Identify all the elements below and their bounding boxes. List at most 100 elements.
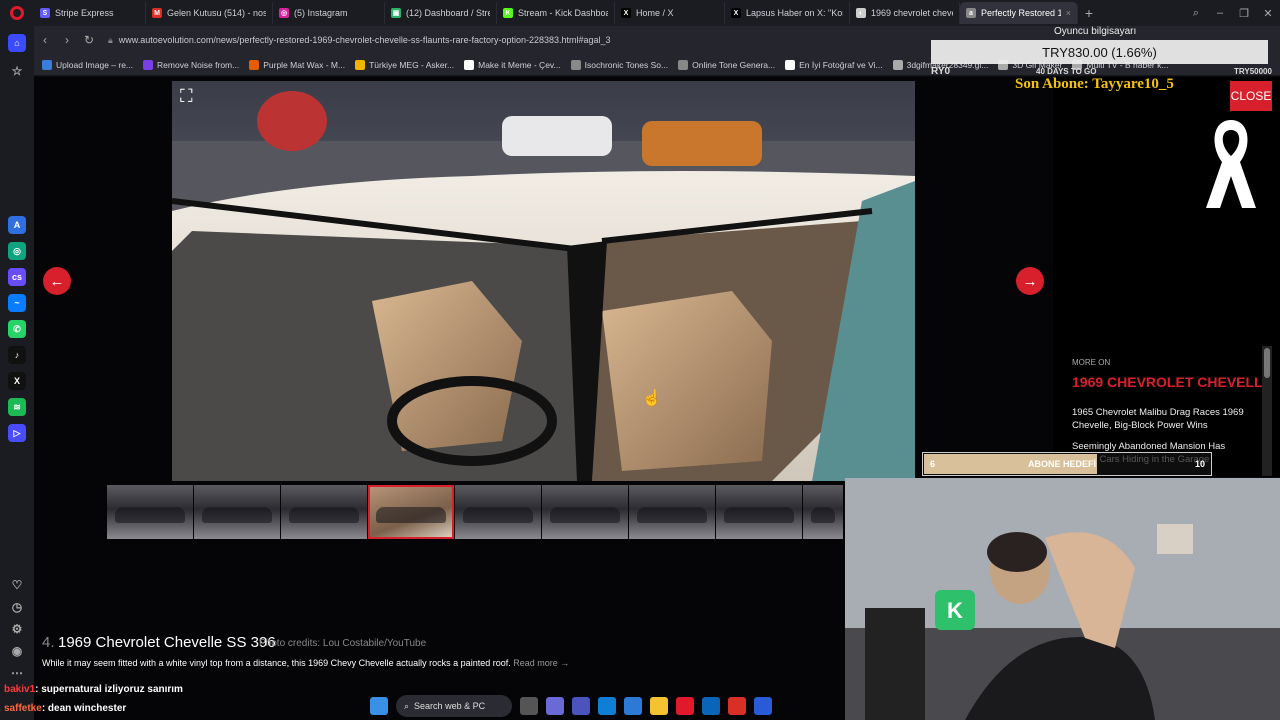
bookmark-item[interactable]: Purple Mat Wax - M... [249,59,346,70]
opera-taskbar-icon[interactable] [676,697,694,715]
taskbar-search-placeholder: Search web & PC [414,701,486,711]
opera-logo-icon[interactable] [0,0,34,26]
bulb-icon[interactable]: ◉ [8,642,26,660]
device-label: Oyuncu bilgisayarı [1054,26,1137,37]
gallery-thumbnail[interactable] [716,485,802,539]
messenger-icon[interactable]: ~ [8,294,26,312]
gallery-thumbnail[interactable] [368,485,454,539]
aria-icon[interactable]: A [8,216,26,234]
bookmark-item[interactable]: En İyi Fotoğraf ve Vi... [785,59,883,70]
car-interior-photo [172,81,915,481]
tab-4[interactable]: ▣ (12) Dashboard / Streamla [385,2,497,24]
bookmark-item[interactable]: Online Tone Genera... [678,59,775,70]
tab-6[interactable]: X Home / X [615,2,725,24]
gallery-main-photo[interactable] [172,81,915,481]
more-on-title[interactable]: 1969 CHEVROLET CHEVELLE [1072,374,1272,390]
tab-2[interactable]: M Gelen Kutusu (514) - nosr [146,2,273,24]
teams-icon[interactable] [572,697,590,715]
bookmark-item[interactable]: Isochronic Tones So... [570,59,668,70]
gallery-thumbnail[interactable] [629,485,715,539]
bookmark-favicon-icon [570,59,581,70]
related-article-1[interactable]: 1965 Chevrolet Malibu Drag Races 1969 Ch… [1072,406,1252,432]
home-icon[interactable]: ⌂ [8,34,26,52]
chat-message-1: bakiv1: supernatural izliyoruz sanırım [4,684,183,695]
tiktok-icon[interactable]: ♪ [8,346,26,364]
prev-arrow-button[interactable]: ← [43,267,71,295]
bookmark-label: Remove Noise from... [157,59,240,70]
star-icon[interactable]: ☆ [8,62,26,80]
task-view-icon[interactable] [520,697,538,715]
maximize-button[interactable]: ❐ [1232,7,1256,20]
gallery-thumbnail[interactable] [542,485,628,539]
svg-text:K: K [947,598,963,623]
minimize-button[interactable]: – [1208,7,1232,19]
read-more-link[interactable]: Read more → [513,658,569,668]
back-button[interactable]: ‹ [34,33,56,47]
bookmark-label: Make it Meme - Çev... [478,59,561,70]
chat-message-2: saffetke: dean winchester [4,703,126,714]
forward-button[interactable]: › [56,33,78,47]
tab-label: Lapsus Haber on X: "Kont [746,8,843,18]
edge-icon[interactable] [598,697,616,715]
tab-close-icon[interactable]: × [1066,8,1071,18]
chat-user-2: saffetke [4,703,42,714]
bookmark-item[interactable]: Make it Meme - Çev... [464,59,561,70]
bookmark-item[interactable]: Remove Noise from... [143,59,240,70]
tab-3[interactable]: ◎ (5) Instagram [273,2,385,24]
new-tab-button[interactable]: + [1078,5,1100,21]
url-field[interactable]: 🔒︎ www.autoevolution.com/news/perfectly-r… [108,35,611,46]
whatsapp-icon[interactable]: ✆ [8,320,26,338]
gallery-thumbnail[interactable] [455,485,541,539]
webcam-image: K [845,478,1280,720]
bookmark-label: Türkiye MEG - Asker... [369,59,455,70]
player-icon[interactable]: ▷ [8,424,26,442]
tab-label: 1969 chevrolet chevelle ss [871,8,953,18]
close-button[interactable]: CLOSE [1230,81,1272,111]
copilot-icon[interactable] [546,697,564,715]
tab-label: Stripe Express [55,8,114,18]
cs-icon[interactable]: cs [8,268,26,286]
tab-1[interactable]: S Stripe Express [34,2,146,24]
tab-9[interactable]: a Perfectly Restored 1969 C × [960,2,1078,24]
taskbar-search[interactable]: ⌕ Search web & PC [396,695,512,717]
l-app-icon[interactable] [754,697,772,715]
more-icon[interactable]: ⋯ [8,664,26,682]
search-tabs-icon[interactable]: ⌕ [1184,7,1208,20]
webcam-feed: K [845,478,1280,720]
chat-text-2: : dean winchester [41,703,127,714]
bookmark-item[interactable]: Türkiye MEG - Asker... [355,59,455,70]
wps-icon[interactable] [728,697,746,715]
gallery-thumbnail[interactable] [107,485,193,539]
windows-start-icon[interactable] [370,697,388,715]
bookmark-favicon-icon [464,59,475,70]
gallery-thumbnail[interactable] [194,485,280,539]
spotify-icon[interactable]: ≋ [8,398,26,416]
caption-title: 1969 Chevrolet Chevelle SS 396 [58,634,276,651]
next-arrow-button[interactable]: → [1016,267,1044,295]
awareness-ribbon-icon [1206,120,1256,208]
bookmark-item[interactable]: Upload Image – re... [42,59,133,70]
tab-8[interactable]: ◐ 1969 chevrolet chevelle ss [850,2,960,24]
history-icon[interactable]: ◷ [8,598,26,616]
gallery-thumbnail[interactable] [281,485,367,539]
reload-button[interactable]: ↻ [78,33,100,47]
settings-gear-icon[interactable]: ⚙ [8,620,26,638]
tab-7[interactable]: X Lapsus Haber on X: "Kont [725,2,850,24]
close-window-button[interactable]: ✕ [1256,7,1280,20]
outlook-icon[interactable] [702,697,720,715]
browser-sidebar: ⌂ ☆ A ◎ cs ~ ✆ ♪ X ≋ ▷ ♡ ◷ ⚙ ◉ ⋯ [0,26,34,720]
last-subscriber-label: Son Abone: Tayyare10_5 [1015,76,1174,92]
chatgpt-icon[interactable]: ◎ [8,242,26,260]
bookmark-label: Purple Mat Wax - M... [263,59,346,70]
url-text: www.autoevolution.com/news/perfectly-res… [118,34,611,45]
sub-goal-label: ABONE HEDEFİ [1028,459,1097,469]
heart-icon[interactable]: ♡ [8,576,26,594]
file-explorer-icon[interactable] [650,697,668,715]
store-icon[interactable] [624,697,642,715]
gallery-thumbnail[interactable] [803,485,843,539]
side-panel-scrollbar-thumb[interactable] [1264,348,1270,378]
tab-favicon-icon: S [40,8,50,18]
x-icon[interactable]: X [8,372,26,390]
tab-5[interactable]: K Stream - Kick Dashboard [497,2,615,24]
fullscreen-icon[interactable]: ⛶ [180,86,210,110]
